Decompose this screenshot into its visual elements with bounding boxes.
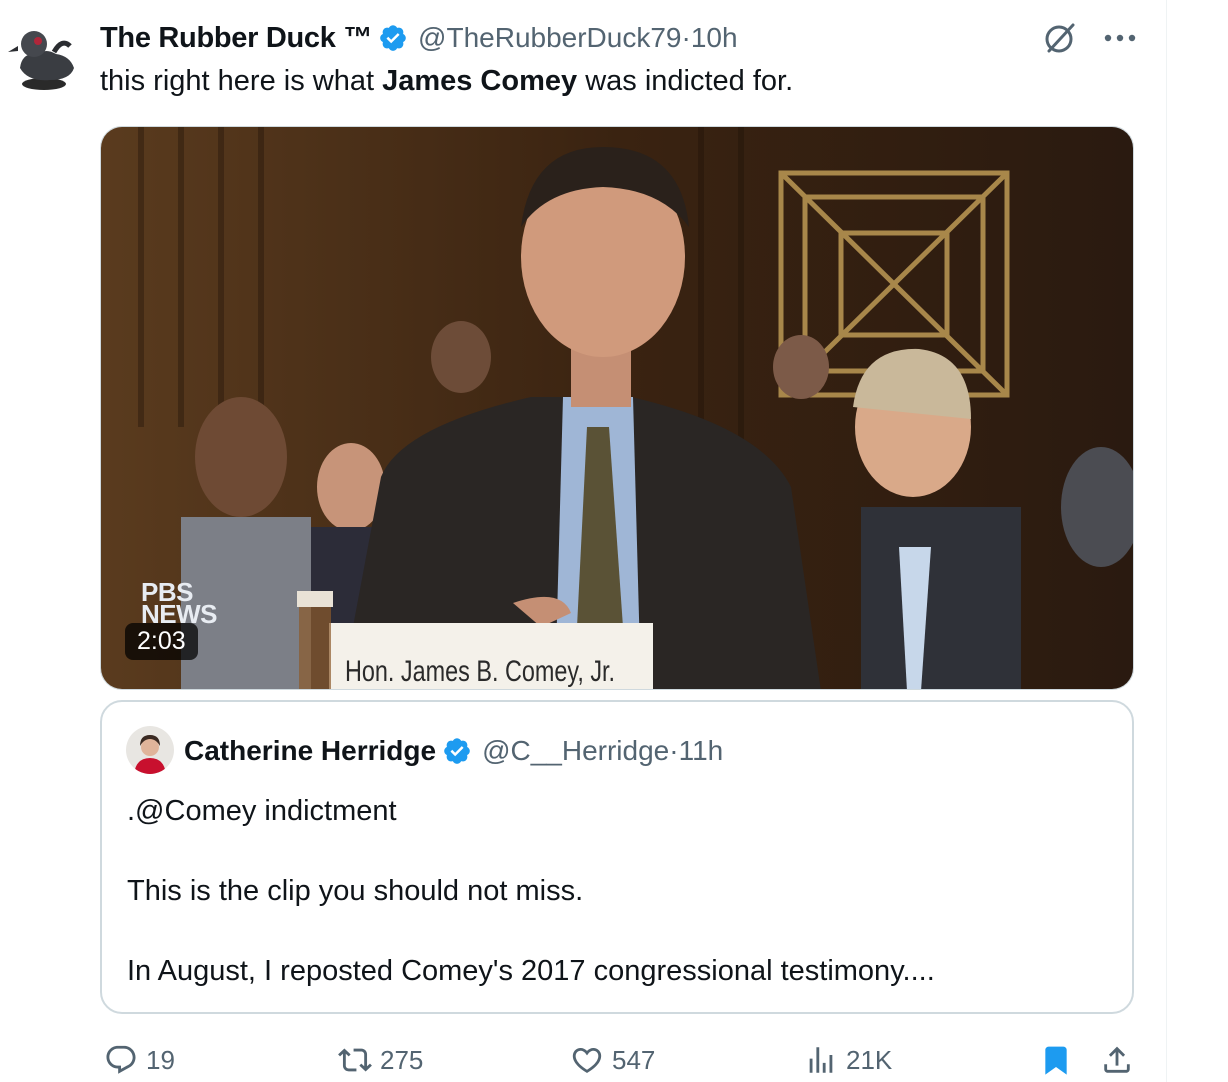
video-placard-text: Hon. James B. Comey, Jr. [345, 655, 616, 688]
more-icon[interactable] [1098, 18, 1142, 58]
video-player[interactable]: Hon. James B. Comey, Jr. PBS NEWS 2:03 [100, 126, 1134, 690]
quoted-author-handle[interactable]: @C__Herridge [482, 735, 669, 767]
quoted-author-avatar[interactable] [126, 726, 174, 774]
post-top-actions [1040, 18, 1142, 58]
post-time[interactable]: 10h [691, 22, 738, 54]
quoted-post-time[interactable]: 11h [679, 735, 724, 767]
author-name[interactable]: The Rubber Duck ™ [100, 22, 372, 55]
post-text: this right here is what James Comey was … [100, 62, 793, 100]
verified-icon [444, 738, 470, 764]
post-text-part: this right here is what [100, 65, 383, 97]
author-handle[interactable]: @TheRubberDuck79 [418, 22, 681, 54]
author-avatar[interactable] [4, 18, 82, 96]
quoted-post[interactable]: Catherine Herridge @C__Herridge · 11h .@… [100, 700, 1134, 1014]
column-divider [1166, 0, 1167, 1082]
reply-icon [106, 1045, 136, 1074]
quoted-author-name[interactable]: Catherine Herridge [184, 735, 436, 767]
quoted-text-line: In August, I reposted Comey's 2017 congr… [127, 955, 935, 987]
quoted-text-line: This is the clip you should not miss. [127, 875, 584, 907]
views-icon [809, 1047, 833, 1073]
verified-icon [380, 25, 406, 51]
broadcaster-logo: PBS NEWS [141, 577, 218, 629]
bookmark-icon [1045, 1046, 1067, 1075]
reply-count: 19 [146, 1044, 175, 1075]
grok-icon[interactable] [1040, 18, 1080, 58]
meta-separator: · [681, 22, 691, 53]
like-icon [572, 1047, 602, 1073]
video-frame [101, 127, 1133, 689]
repost-count: 275 [380, 1044, 424, 1075]
share-button[interactable] [1100, 1040, 1142, 1080]
meta-separator: · [669, 735, 679, 766]
like-button[interactable]: 547 [570, 1040, 655, 1080]
share-icon [1104, 1046, 1130, 1073]
post-text-bold[interactable]: James Comey [382, 65, 577, 97]
views-count: 21K [846, 1044, 893, 1075]
post-text-part: was indicted for. [577, 65, 794, 97]
bookmark-button[interactable] [1040, 1040, 1080, 1080]
reply-button[interactable]: 19 [104, 1040, 175, 1080]
repost-button[interactable]: 275 [338, 1040, 423, 1080]
post-header: The Rubber Duck ™ @TheRubberDuck79 · 10h [100, 16, 738, 60]
like-count: 547 [612, 1044, 656, 1075]
quoted-text-line: .@Comey indictment [127, 795, 397, 827]
video-duration: 2:03 [125, 623, 198, 660]
quoted-post-header: Catherine Herridge @C__Herridge · 11h [184, 730, 723, 772]
views-button[interactable]: 21K [804, 1040, 892, 1080]
repost-icon [338, 1048, 372, 1072]
